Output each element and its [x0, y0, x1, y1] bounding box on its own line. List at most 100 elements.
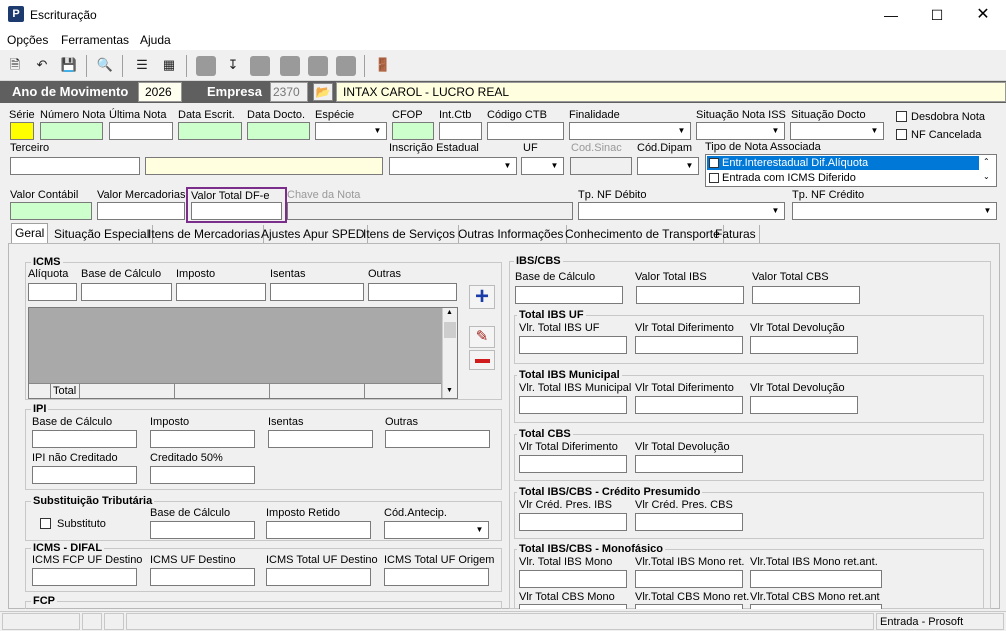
scroll-up-icon[interactable]: ▲ — [446, 309, 453, 316]
tab-geral[interactable]: Geral — [11, 223, 49, 244]
terceiro-name-input[interactable] — [145, 157, 383, 175]
tab-outras-informacoes[interactable]: Outras Informações — [455, 225, 568, 244]
chave-nota-input[interactable] — [287, 202, 573, 220]
tab-itens-servicos[interactable]: Itens de Serviços — [360, 225, 460, 244]
serie-input[interactable] — [10, 122, 34, 140]
situacao-iss-select[interactable]: ▼ — [696, 122, 785, 140]
cbs-diferimento-input[interactable] — [519, 455, 627, 473]
situacao-docto-select[interactable]: ▼ — [790, 122, 884, 140]
import-icon[interactable] — [196, 56, 216, 76]
ibs-mun-diferimento-input[interactable] — [635, 396, 743, 414]
scroll-down-icon[interactable]: ⌄ — [983, 172, 990, 181]
tipo-option-checkbox[interactable] — [709, 158, 719, 168]
ipi-imposto-input[interactable] — [150, 430, 255, 448]
tipo-option-checkbox[interactable] — [709, 173, 719, 183]
fcp-uf-destino-input[interactable] — [32, 568, 137, 586]
preview-icon[interactable]: 🔍 — [96, 56, 114, 74]
tab-itens-mercadorias[interactable]: Itens de Mercadorias — [145, 225, 265, 244]
uf-select[interactable]: ▼ — [521, 157, 564, 175]
imposto-retido-input[interactable] — [266, 521, 371, 539]
maximize-button[interactable]: ☐ — [914, 0, 960, 30]
menu-ajuda[interactable]: Ajuda — [140, 33, 171, 47]
icms-imposto-input[interactable] — [176, 283, 266, 301]
icms-isentas-input[interactable] — [270, 283, 364, 301]
cod-antecip-select[interactable]: ▼ — [384, 521, 489, 539]
disabled-tool-icon[interactable] — [336, 56, 356, 76]
valor-mercadorias-input[interactable] — [97, 202, 185, 220]
undo-icon[interactable]: ↶ — [33, 56, 51, 74]
minimize-button[interactable]: — — [868, 0, 914, 30]
desdobra-checkbox[interactable] — [896, 111, 907, 122]
ipi-base-input[interactable] — [32, 430, 137, 448]
tab-faturas[interactable]: Faturas — [712, 225, 760, 244]
numero-input[interactable] — [40, 122, 103, 140]
calc-icon[interactable]: ▦ — [160, 56, 178, 74]
data-escrit-input[interactable] — [178, 122, 242, 140]
tab-conhecimento-transporte[interactable]: Conhecimento de Transporte — [562, 225, 724, 244]
icms-total-uf-destino-input[interactable] — [266, 568, 371, 586]
icms-outras-input[interactable] — [368, 283, 457, 301]
ultima-input[interactable] — [109, 122, 173, 140]
tp-nf-debito-select[interactable]: ▼ — [578, 202, 785, 220]
int-ctb-input[interactable] — [439, 122, 482, 140]
ipi-outras-input[interactable] — [385, 430, 490, 448]
icms-base-input[interactable] — [81, 283, 172, 301]
cod-sinac-input[interactable] — [570, 157, 632, 175]
scroll-up-icon[interactable]: ⌃ — [983, 157, 990, 166]
empresa-code-input[interactable]: 2370 — [270, 82, 308, 102]
ibs-mono-input[interactable] — [519, 570, 627, 588]
nf-cancelada-checkbox[interactable] — [896, 129, 907, 140]
edit-icon[interactable]: ✎ — [469, 326, 495, 348]
valor-cbs-input[interactable] — [752, 286, 860, 304]
ano-input[interactable]: 2026 — [138, 82, 182, 102]
close-button[interactable]: ✕ — [960, 0, 1006, 30]
ibs-uf-devolucao-input[interactable] — [750, 336, 858, 354]
open-folder-icon[interactable]: 📂 — [313, 83, 333, 101]
ibs-mun-devolucao-input[interactable] — [750, 396, 858, 414]
especie-select[interactable]: ▼ — [315, 122, 387, 140]
tab-ajustes-sped[interactable]: Ajustes Apur SPED — [258, 225, 369, 244]
ibscbs-base-input[interactable] — [515, 286, 623, 304]
download-icon[interactable]: ↧ — [224, 56, 242, 74]
ibs-mono-ret-ant-input[interactable] — [750, 570, 882, 588]
scroll-thumb[interactable] — [444, 322, 456, 338]
icms-grid-scrollbar[interactable]: ▲ ▼ — [442, 308, 457, 398]
ibs-mono-ret-input[interactable] — [635, 570, 743, 588]
scroll-down-icon[interactable]: ▼ — [446, 387, 453, 394]
creditado-50-input[interactable] — [150, 466, 255, 484]
terceiro-code-input[interactable] — [10, 157, 140, 175]
new-icon[interactable]: 🗎 — [6, 56, 24, 74]
ipi-isentas-input[interactable] — [268, 430, 373, 448]
tipo-nota-list[interactable]: Entr.Interestadual Dif.Alíquota Entrada … — [705, 154, 997, 187]
pres-cbs-input[interactable] — [635, 513, 743, 531]
icms-grid[interactable]: Total ▲ ▼ — [28, 307, 458, 399]
icms-total-uf-origem-input[interactable] — [384, 568, 489, 586]
valor-ibs-input[interactable] — [636, 286, 744, 304]
save-icon[interactable]: 💾 — [60, 56, 78, 74]
menu-opcoes[interactable]: Opções — [7, 33, 48, 47]
menu-ferramentas[interactable]: Ferramentas — [61, 33, 129, 47]
inscricao-select[interactable]: ▼ — [389, 157, 517, 175]
tree-icon[interactable]: ☰ — [133, 56, 151, 74]
data-docto-input[interactable] — [247, 122, 310, 140]
substituto-checkbox[interactable] — [40, 518, 51, 529]
exit-icon[interactable]: 🚪 — [374, 56, 392, 74]
cfop-input[interactable] — [392, 122, 434, 140]
disabled-tool-icon[interactable] — [308, 56, 328, 76]
cbs-mono-ret-input[interactable] — [635, 604, 743, 609]
db-icon[interactable] — [280, 56, 300, 76]
valor-contabil-input[interactable] — [10, 202, 92, 220]
st-base-input[interactable] — [150, 521, 255, 539]
ibs-uf-diferimento-input[interactable] — [635, 336, 743, 354]
aliquota-input[interactable] — [28, 283, 77, 301]
codigo-ctb-input[interactable] — [487, 122, 564, 140]
icms-uf-destino-input[interactable] — [150, 568, 255, 586]
ipi-nao-creditado-input[interactable] — [32, 466, 137, 484]
pres-ibs-input[interactable] — [519, 513, 627, 531]
ibs-uf-total-input[interactable] — [519, 336, 627, 354]
cod-dipam-select[interactable]: ▼ — [637, 157, 699, 175]
ibs-mun-total-input[interactable] — [519, 396, 627, 414]
remove-icon[interactable] — [469, 350, 495, 370]
valor-total-dfe-input[interactable] — [191, 202, 282, 220]
cloud-icon[interactable] — [250, 56, 270, 76]
